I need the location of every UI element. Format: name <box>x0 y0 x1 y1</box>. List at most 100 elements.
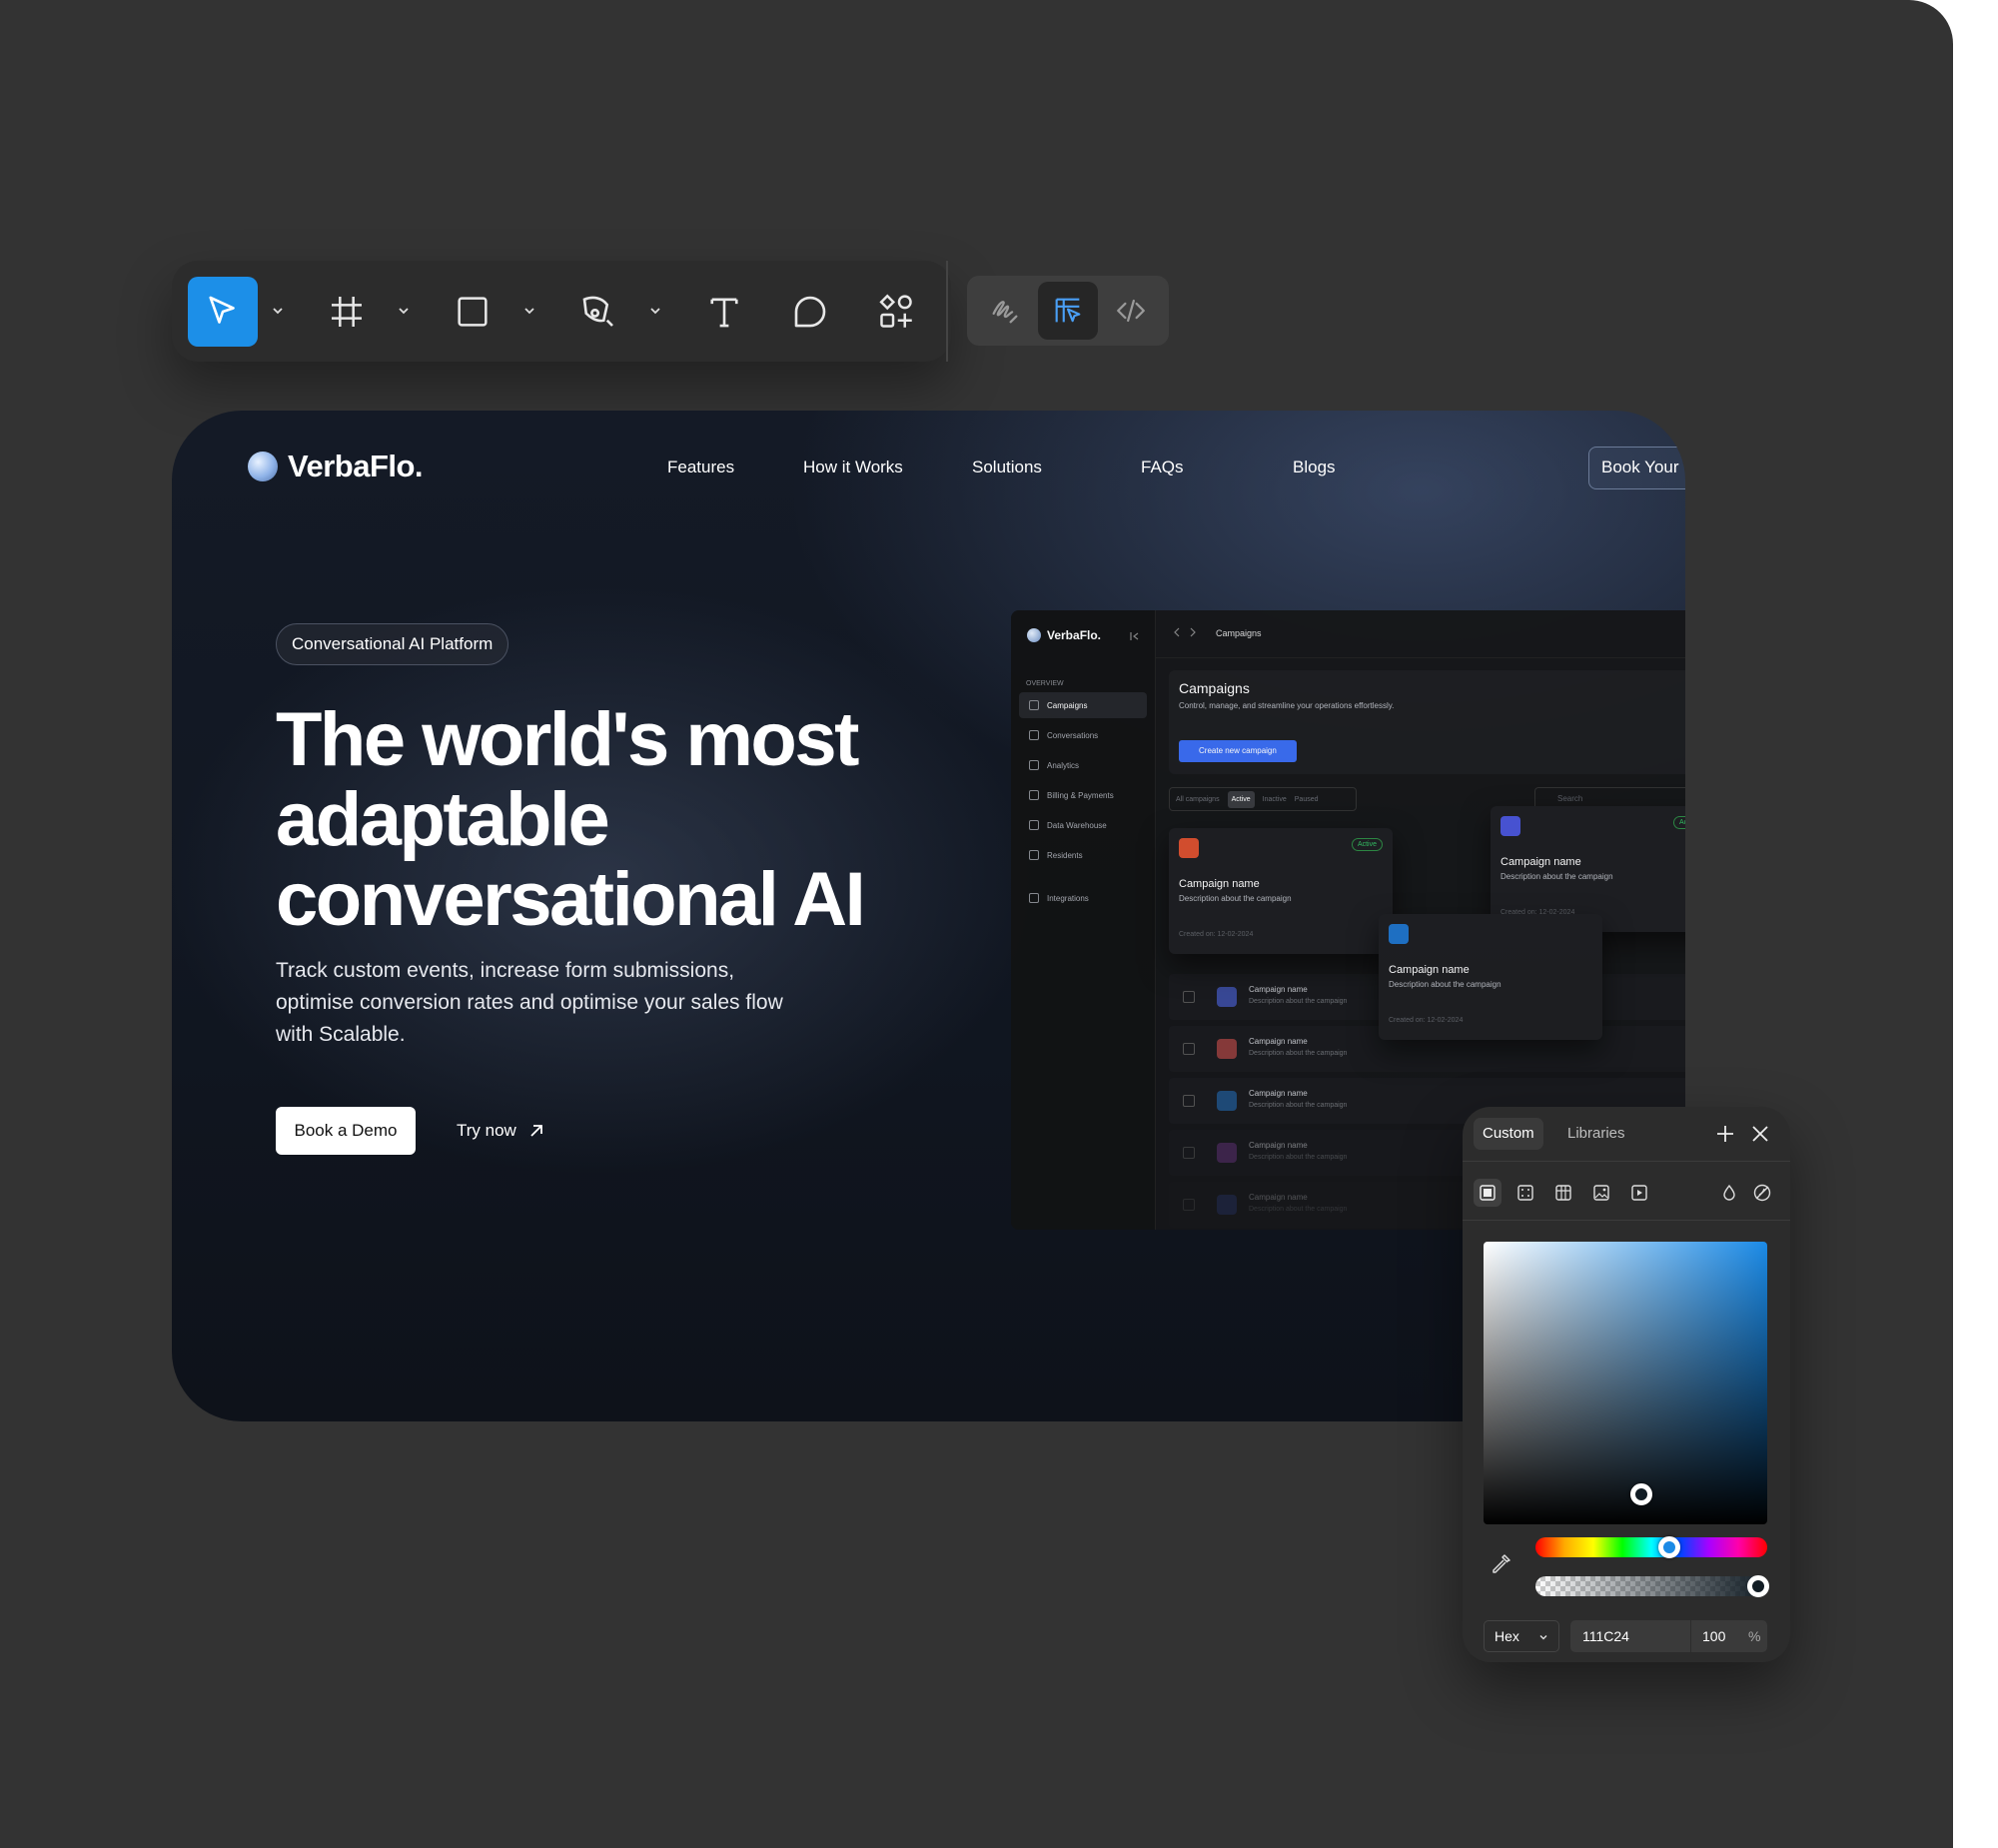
color-format-select[interactable]: Hex <box>1484 1620 1559 1652</box>
dashboard-logo: VerbaFlo. <box>1027 628 1101 642</box>
comment-tool-button[interactable] <box>775 277 845 347</box>
saturation-value-area[interactable] <box>1484 1242 1767 1524</box>
design-toolbar <box>172 261 951 362</box>
hex-input[interactable]: 111C24 <box>1582 1628 1629 1644</box>
nav-link-features[interactable]: Features <box>667 458 734 477</box>
move-tool-button[interactable] <box>188 277 258 347</box>
try-now-link[interactable]: Try now <box>457 1121 544 1141</box>
draw-icon <box>992 301 1018 324</box>
site-logo[interactable]: VerbaFlo. <box>248 449 424 484</box>
nav-link-blogs[interactable]: Blogs <box>1293 458 1336 477</box>
campaign-card: Active Campaign name Description about t… <box>1169 828 1393 954</box>
design-mode-button[interactable] <box>1038 282 1098 340</box>
row-name: Campaign name <box>1249 1037 1308 1046</box>
campaigns-title: Campaigns <box>1179 680 1250 696</box>
close-icon[interactable] <box>1750 1124 1770 1144</box>
book-demo-nav-button[interactable]: Book Your D <box>1588 447 1685 489</box>
sidebar-item-label: Billing & Payments <box>1047 790 1114 800</box>
solid-fill-icon <box>1480 1185 1496 1201</box>
solid-fill-button[interactable] <box>1474 1179 1501 1207</box>
logo-text: VerbaFlo. <box>288 449 424 483</box>
row-name: Campaign name <box>1249 1141 1308 1150</box>
color-format-value: Hex <box>1495 1628 1519 1644</box>
sidebar-item-residents: Residents <box>1019 842 1147 868</box>
color-selector-handle[interactable] <box>1630 1483 1652 1505</box>
eyedropper-icon[interactable] <box>1489 1552 1512 1576</box>
website-frame[interactable]: VerbaFlo. Features How it Works Solution… <box>172 411 1685 1421</box>
tab-custom[interactable]: Custom <box>1474 1118 1543 1150</box>
filter-paused: Paused <box>1294 795 1319 803</box>
dashboard-brand: VerbaFlo. <box>1047 628 1102 642</box>
receipt-icon <box>1029 790 1039 800</box>
chart-icon <box>1029 760 1039 770</box>
logo-mark <box>248 452 278 481</box>
status-badge: Active <box>1672 816 1685 829</box>
mode-switcher <box>967 276 1169 346</box>
blend-mode-button[interactable] <box>1715 1179 1743 1207</box>
hex-input-group: 111C24 100 % <box>1570 1620 1767 1652</box>
users-icon <box>1029 850 1039 860</box>
try-now-label: Try now <box>457 1121 516 1140</box>
add-icon[interactable] <box>1715 1124 1735 1144</box>
hide-fill-button[interactable] <box>1748 1179 1776 1207</box>
frame-tool-button[interactable] <box>312 277 382 347</box>
nav-link-faqs[interactable]: FAQs <box>1141 458 1184 477</box>
pattern-fill-button[interactable] <box>1549 1179 1577 1207</box>
overview-label: OVERVIEW <box>1026 680 1064 687</box>
toolbar-divider <box>946 261 948 362</box>
no-fill-icon <box>1753 1184 1771 1202</box>
campaign-card: Campaign name Description about the camp… <box>1379 914 1602 1040</box>
sidebar-item-campaigns: Campaigns <box>1019 692 1147 718</box>
draw-mode-button[interactable] <box>975 282 1035 340</box>
create-campaign-button: Create new campaign <box>1179 740 1297 762</box>
frame-icon <box>332 297 362 327</box>
chevron-down-icon[interactable] <box>268 301 288 321</box>
row-name: Campaign name <box>1249 985 1308 994</box>
opacity-slider[interactable] <box>1535 1575 1769 1597</box>
chevron-down-icon[interactable] <box>645 301 665 321</box>
sidebar-item-label: Data Warehouse <box>1047 820 1107 830</box>
status-badge: Active <box>1351 838 1383 851</box>
divider <box>1690 1620 1691 1652</box>
cursor-icon <box>209 296 235 324</box>
nav-link-solutions[interactable]: Solutions <box>972 458 1042 477</box>
chevron-down-icon[interactable] <box>394 301 414 321</box>
arrow-up-right-icon <box>530 1125 542 1137</box>
shape-tool-button[interactable] <box>438 277 507 347</box>
opacity-handle[interactable] <box>1747 1575 1769 1597</box>
row-checkbox <box>1183 1043 1195 1055</box>
sidebar-item-label: Residents <box>1047 850 1083 860</box>
megaphone-icon <box>1500 816 1520 836</box>
megaphone-icon <box>1179 838 1199 858</box>
collapse-sidebar-icon <box>1130 632 1139 640</box>
hue-slider[interactable] <box>1535 1536 1767 1558</box>
hue-handle[interactable] <box>1658 1536 1680 1558</box>
dev-mode-button[interactable] <box>1101 282 1161 340</box>
text-tool-button[interactable] <box>689 277 759 347</box>
comment-icon <box>794 296 826 328</box>
sidebar-item-data-warehouse: Data Warehouse <box>1019 812 1147 838</box>
category-pill: Conversational AI Platform <box>276 623 509 665</box>
pattern-icon <box>1555 1185 1571 1201</box>
divider <box>1463 1161 1790 1162</box>
row-desc: Description about the campaign <box>1249 1102 1348 1109</box>
components-icon <box>879 294 912 328</box>
card-name: Campaign name <box>1500 856 1581 868</box>
nav-link-how-it-works[interactable]: How it Works <box>803 458 903 477</box>
chevron-down-icon[interactable] <box>519 301 539 321</box>
book-demo-button[interactable]: Book a Demo <box>276 1107 416 1155</box>
actions-tool-button[interactable] <box>861 277 931 347</box>
database-icon <box>1029 820 1039 830</box>
card-desc: Description about the campaign <box>1389 980 1501 989</box>
opacity-input[interactable]: 100 <box>1702 1628 1725 1644</box>
gradient-fill-button[interactable] <box>1511 1179 1539 1207</box>
back-forward-icon <box>1174 627 1196 637</box>
row-checkbox <box>1183 1095 1195 1107</box>
card-created: Created on: 12-02-2024 <box>1179 931 1254 938</box>
row-desc: Description about the campaign <box>1249 1050 1348 1057</box>
pen-tool-button[interactable] <box>563 277 633 347</box>
video-fill-button[interactable] <box>1625 1179 1653 1207</box>
image-fill-button[interactable] <box>1587 1179 1615 1207</box>
video-icon <box>1631 1185 1647 1201</box>
tab-libraries[interactable]: Libraries <box>1558 1118 1634 1150</box>
